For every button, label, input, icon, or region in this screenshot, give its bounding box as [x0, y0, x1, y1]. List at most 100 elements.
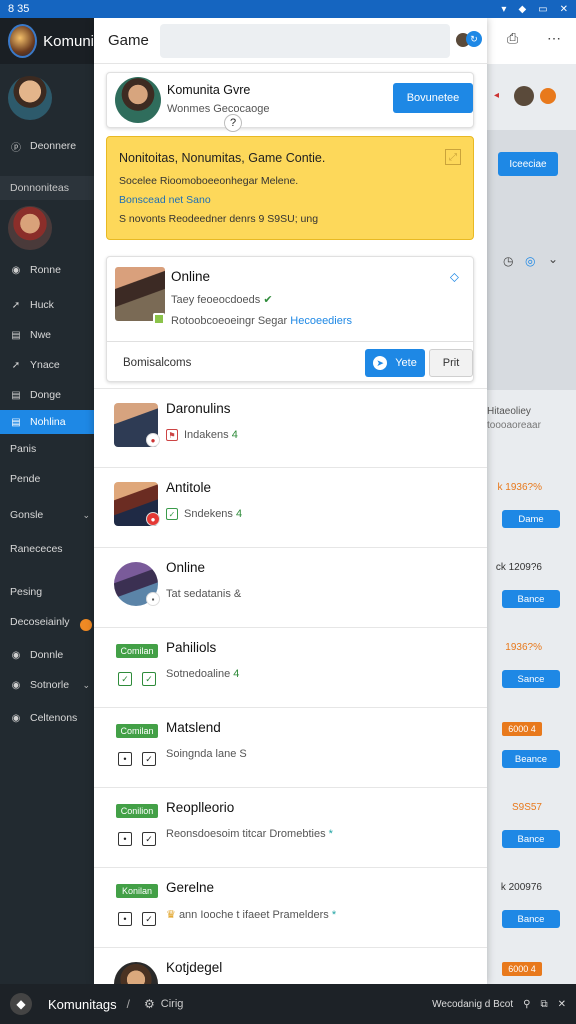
checkbox[interactable]: •	[118, 832, 132, 846]
value-button[interactable]: Beance	[502, 750, 560, 768]
print-icon[interactable]: ⎙	[507, 30, 518, 47]
avatar[interactable]	[115, 77, 161, 123]
list-item[interactable]: ● Antitole ✓ Sndekens 4	[94, 468, 487, 548]
value-button[interactable]: Bance	[502, 590, 560, 608]
avatar-secondary[interactable]	[8, 206, 52, 250]
profile-card: Komunita Gvre Wonmes Gecocaoge Bovunetee	[106, 72, 474, 128]
list-item[interactable]: ▪ Online Tat sedatanis &	[94, 548, 487, 628]
checkbox[interactable]: ✓	[142, 752, 156, 766]
notice-link[interactable]: Bonscead net Sano	[119, 194, 211, 206]
checkbox[interactable]: ✓	[118, 672, 132, 686]
close-icon[interactable]: ✕	[558, 999, 566, 1010]
sidebar-item-label: Pende	[10, 473, 41, 485]
top-bar-right: ⎙ ⋯	[487, 18, 576, 64]
sidebar-item-nwe[interactable]: ▤ Nwe	[0, 323, 94, 347]
print-button-label: Prit	[442, 357, 460, 369]
status-tag: Comilan	[116, 644, 158, 658]
list-item[interactable]: Konilan • ✓ Gerelne ♛ ann Iooche t ifaee…	[94, 868, 487, 948]
value-button[interactable]: Dame	[502, 510, 560, 528]
sidebar-item-sotnorle[interactable]: ◉ Sotnorle ⌄	[0, 673, 94, 697]
value-button-label: Bance	[517, 593, 545, 605]
sidebar-header: Komuni	[0, 18, 94, 64]
sidebar-item-label: Nwe	[30, 329, 52, 341]
sidebar-item-huck[interactable]: ➚ Huck	[0, 293, 94, 317]
doc-icon: ▤	[11, 416, 21, 428]
arrow-left-icon: ◂	[494, 90, 500, 101]
sidebar-item-panis[interactable]: Panis	[0, 437, 94, 461]
list-item[interactable]: Kotjdegel	[94, 948, 487, 984]
doc-icon: ▤	[11, 389, 21, 401]
sidebar-item-donnle[interactable]: ◉ Donnle	[0, 643, 94, 667]
status-badge: ●	[146, 433, 160, 447]
status-tag: Konilan	[116, 884, 158, 898]
list-item[interactable]: ● Daronulins ⚑ Indakens 4	[94, 388, 487, 468]
profile-action-button[interactable]: Bovunetee	[393, 83, 473, 113]
close-icon: ✕	[559, 3, 568, 15]
value-button-label: Sance	[517, 673, 545, 685]
chevron-down-icon[interactable]: ⌄	[548, 252, 558, 266]
list-item-sub-text: Sotnedoaline	[166, 668, 231, 680]
value-button-label: Beance	[514, 753, 548, 765]
checkbox[interactable]: ✓	[142, 832, 156, 846]
checkbox[interactable]: •	[118, 912, 132, 926]
notice-line: S novonts Reodeedner denrs 9 S9SU; ung	[119, 213, 319, 225]
sidebar-item-gonsle[interactable]: Gonsle ⌄	[0, 503, 94, 527]
value-text: 1936?%	[505, 642, 542, 653]
circle-icon: ◉	[11, 679, 21, 691]
sidebar-item-celtenons[interactable]: ◉ Celtenons	[0, 706, 94, 730]
sidebar-item-label: Panis	[10, 443, 37, 455]
sidebar-item-pende[interactable]: Pende	[0, 467, 94, 491]
online-line: Rotoobcoeoeingr Segar Hecoeediers	[171, 315, 352, 327]
search-icon[interactable]: ⚲	[523, 999, 530, 1010]
vote-button-label: Yete	[395, 357, 417, 369]
status-tag: Conilion	[116, 804, 158, 818]
list-item-sub: Tat sedatanis &	[166, 588, 241, 600]
user-avatar-group[interactable]: ↻	[456, 30, 482, 52]
checkbox[interactable]: •	[118, 752, 132, 766]
sidebar-item-ronne[interactable]: ◉ Ronne	[0, 258, 94, 282]
value-button[interactable]: Bance	[502, 830, 560, 848]
list-item[interactable]: Comilan • ✓ Matslend Soingnda lane S	[94, 708, 487, 788]
refresh-icon[interactable]: ◎	[525, 254, 535, 268]
list-item[interactable]: Comilan ✓ ✓ Pahiliols Sotnedoaline 4	[94, 628, 487, 708]
sidebar-item-pesing[interactable]: Pesing	[0, 580, 94, 604]
value-button[interactable]: Sance	[502, 670, 560, 688]
list-item-name: Antitole	[166, 480, 212, 495]
gear-icon[interactable]: ⚙	[144, 997, 155, 1011]
window-icon[interactable]: ⧉	[540, 999, 547, 1010]
help-icon[interactable]: ?	[224, 114, 242, 132]
more-icon[interactable]: ⋯	[547, 30, 561, 47]
checkbox[interactable]: ✓	[142, 912, 156, 926]
app-logo-icon[interactable]: ◆	[10, 993, 32, 1015]
expand-icon[interactable]: ⤢	[445, 149, 461, 165]
value-button[interactable]: Bance	[502, 910, 560, 928]
play-icon: ➤	[373, 356, 388, 370]
bottom-bar-right: Wecodanig d Bcot ⚲ ⧉ ✕	[432, 999, 566, 1010]
sidebar-item-nohlina[interactable]: ▤ Nohlina	[0, 410, 100, 434]
sidebar-item-deonnere[interactable]: ⓟ Deonnere	[0, 134, 94, 158]
sidebar-item-ynace[interactable]: ➚ Ynace	[0, 353, 94, 377]
list-item-sub-text: Sndekens	[184, 508, 233, 520]
avatar-small[interactable]	[514, 86, 534, 106]
list-item-mark: 4	[236, 508, 243, 520]
list-item[interactable]: Conilion • ✓ Reoplleorio Reonsdoesoim ti…	[94, 788, 487, 868]
background-action-button[interactable]: Iceeciae	[498, 152, 558, 176]
print-button[interactable]: Prit	[429, 349, 473, 377]
search-input[interactable]	[160, 24, 450, 58]
wifi-icon: ◆	[518, 3, 527, 15]
list-item-name: Pahiliols	[166, 640, 217, 655]
value-text: S9S57	[511, 802, 542, 813]
avatar[interactable]	[8, 76, 52, 120]
vote-button[interactable]: ➤ Yete	[365, 349, 425, 377]
list-item-mark: &	[233, 588, 242, 600]
pin-icon[interactable]: ⬦	[450, 269, 459, 285]
sidebar-item-ranececes[interactable]: Ranececes	[0, 537, 94, 561]
bottom-bar-status: Wecodanig d Bcot	[432, 998, 514, 1010]
online-link[interactable]: Hecoeediers	[290, 315, 352, 327]
online-title: Online	[171, 269, 211, 284]
app-logo[interactable]	[8, 24, 38, 58]
sidebar-item-donge[interactable]: ▤ Donge	[0, 383, 94, 407]
list-item-mark: *	[331, 909, 337, 921]
online-card: Online ⬦ Taey feoeocdoeds ✔ Rotoobcoeoei…	[106, 256, 474, 382]
p-circle-icon: ⓟ	[11, 142, 21, 154]
